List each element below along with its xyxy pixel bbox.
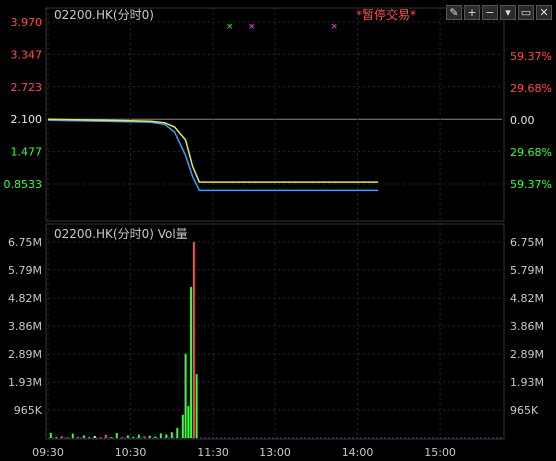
volume-bar — [165, 434, 168, 438]
trade-marker-icon: × — [330, 22, 338, 32]
volume-bar — [99, 437, 102, 438]
volume-bar — [60, 436, 63, 438]
volume-tick-left: 2.89M — [8, 348, 42, 361]
volume-bar — [137, 434, 140, 438]
chart-canvas[interactable]: 02200.HK(分时0) *暂停交易* 02200.HK(分时0) Vol量 … — [0, 0, 556, 461]
suspended-status: *暂停交易* — [356, 7, 416, 22]
volume-bar — [49, 432, 52, 438]
volume-bar — [181, 414, 184, 438]
price-tick-left: 2.723 — [11, 81, 43, 94]
volume-bar — [55, 437, 58, 438]
volume-tick-left: 6.75M — [8, 236, 42, 249]
price-tick-left: 3.347 — [11, 48, 43, 61]
volume-bar — [143, 436, 146, 438]
trade-marker-icon: × — [248, 22, 256, 32]
volume-bar — [110, 437, 113, 438]
volume-tick-right: 965K — [510, 404, 539, 417]
volume-bar — [66, 437, 69, 438]
volume-bar — [192, 242, 195, 438]
volume-bar — [126, 435, 129, 438]
volume-bar — [148, 435, 151, 438]
time-tick: 09:30 — [32, 446, 64, 459]
volume-bar — [154, 436, 157, 438]
volume-tick-right: 3.86M — [510, 320, 544, 333]
price-tick-left: 0.8533 — [4, 178, 43, 191]
time-tick: 14:00 — [342, 446, 374, 459]
volume-bar — [93, 435, 96, 438]
volume-bar — [170, 432, 173, 438]
volume-tick-left: 5.79M — [8, 264, 42, 277]
price-tick-left: 1.477 — [11, 146, 43, 159]
volume-panel-title: 02200.HK(分时0) Vol量 — [54, 227, 188, 241]
volume-tick-right: 5.79M — [510, 264, 544, 277]
price-tick-left: 2.100 — [11, 113, 43, 126]
volume-bar — [184, 353, 187, 438]
time-tick: 10:30 — [115, 446, 147, 459]
volume-bar — [71, 433, 74, 438]
volume-tick-left: 3.86M — [8, 320, 42, 333]
volume-tick-right: 6.75M — [510, 236, 544, 249]
price-tick-right: 59.37% — [510, 178, 552, 191]
volume-tick-left: 4.82M — [8, 292, 42, 305]
volume-panel-frame — [45, 223, 505, 440]
price-tick-left: 3.970 — [11, 16, 43, 29]
time-tick: 11:30 — [197, 446, 229, 459]
time-tick: 15:00 — [424, 446, 456, 459]
volume-tick-left: 965K — [14, 404, 43, 417]
volume-bar — [190, 287, 193, 438]
volume-bar — [159, 433, 162, 438]
volume-bar — [77, 436, 80, 438]
volume-tick-right: 4.82M — [510, 292, 544, 305]
price-tick-right: 29.68% — [510, 82, 552, 95]
volume-bar — [82, 435, 85, 438]
volume-tick-right: 1.93M — [510, 376, 544, 389]
volume-bar — [115, 433, 118, 438]
volume-tick-right: 2.89M — [510, 348, 544, 361]
volume-bar — [104, 434, 107, 438]
volume-bar — [121, 437, 124, 438]
volume-bar — [195, 374, 198, 438]
intraday-chart-window: ✎ + − ▾ ▭ ✕ 02200.HK(分时0) *暂停交易* 02200.HK(分时0… — [0, 0, 556, 461]
time-tick: 13:00 — [259, 446, 291, 459]
volume-bar — [88, 437, 91, 438]
price-tick-right: 0.00 — [510, 114, 535, 127]
price-panel-title: 02200.HK(分时0) — [54, 8, 154, 22]
volume-bar — [176, 427, 179, 438]
volume-bar — [187, 406, 190, 438]
volume-tick-left: 1.93M — [8, 376, 42, 389]
price-tick-right: 59.37% — [510, 50, 552, 63]
volume-bar — [132, 436, 135, 438]
price-tick-right: 29.68% — [510, 146, 552, 159]
trade-marker-icon: × — [226, 22, 234, 32]
